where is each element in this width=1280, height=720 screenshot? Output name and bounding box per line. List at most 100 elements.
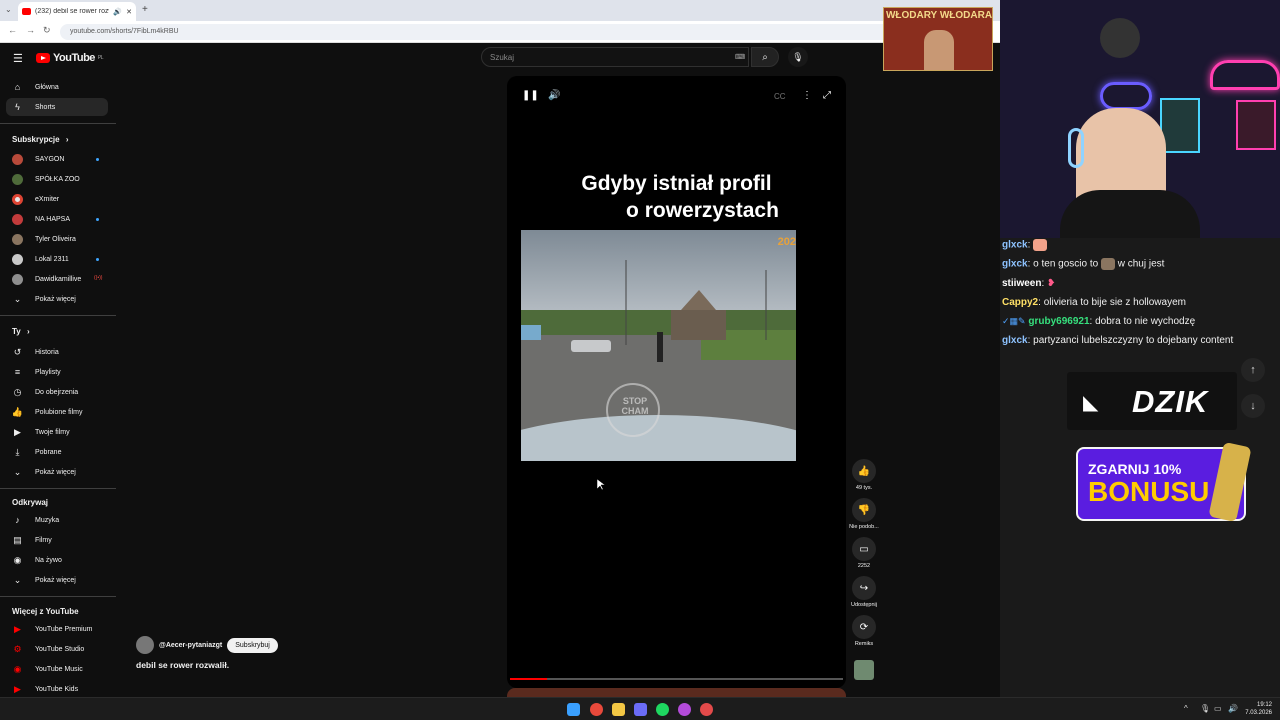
badge-icons: ✓▦✎	[1002, 316, 1026, 326]
back-icon[interactable]: ←	[8, 25, 17, 35]
more-options-icon[interactable]: ⋮	[802, 90, 812, 101]
stream-chat: glxck: glxck: o ten goscio to w chuj jes…	[1000, 238, 1280, 353]
reload-icon[interactable]: ↻	[43, 25, 51, 36]
keyboard-icon[interactable]: ⌨	[735, 53, 745, 61]
start-icon[interactable]	[567, 703, 580, 716]
search-input[interactable]: Szukaj	[481, 47, 749, 67]
captions-icon[interactable]: CC	[774, 92, 786, 101]
sidebar-item-liked[interactable]: 👍 Polubione filmy	[6, 403, 108, 421]
channel-avatar	[12, 213, 23, 225]
short-title: debil se rower rozwalił.	[136, 660, 230, 670]
system-clock[interactable]: 19:12 7.03.2026	[1245, 701, 1272, 717]
mouse-cursor-icon	[597, 479, 605, 491]
show-more-you[interactable]: ⌄ Pokaż więcej	[6, 463, 108, 481]
channel-avatar	[12, 233, 23, 245]
sidebar-item-subscription[interactable]: eXmiter	[6, 190, 108, 208]
channel-name[interactable]: @Aecer-pytaniazgt	[159, 642, 222, 649]
dislike-button[interactable]: 👎 Nie podob...	[846, 498, 882, 530]
sidebar-item-shorts[interactable]: ϟ Shorts	[6, 98, 108, 116]
sidebar-item-youtube-studio[interactable]: ⚙ YouTube Studio	[6, 640, 108, 658]
sidebar-item-label: Muzyka	[35, 516, 60, 524]
progress-track[interactable]	[510, 678, 843, 680]
divider	[0, 488, 116, 489]
live-icon: ◉	[13, 554, 22, 565]
sidebar-item-label: Shorts	[35, 103, 56, 111]
tab-search-icon[interactable]: ⌄	[5, 5, 12, 14]
sidebar-item-label: YouTube Studio	[35, 645, 85, 653]
sidebar-item-label: Twoje filmy	[35, 428, 70, 436]
pause-icon[interactable]: ❚❚	[522, 90, 539, 101]
sidebar-item-label: SPÓŁKA ZOO	[35, 175, 80, 183]
like-count: 49 tys.	[855, 485, 873, 491]
sidebar-item-downloads[interactable]: ⤓ Pobrane	[6, 443, 108, 461]
volume-icon[interactable]: 🔊	[548, 90, 560, 101]
boar-icon: ◣	[1083, 392, 1099, 414]
sound-thumbnail[interactable]	[854, 660, 874, 680]
youtube-music-icon: ◉	[13, 663, 22, 674]
show-more-subscriptions[interactable]: ⌄ Pokaż więcej	[6, 290, 108, 308]
mic-tray-icon[interactable]: 🎙	[1200, 704, 1210, 713]
explore-heading: Odkrywaj	[12, 498, 49, 507]
sidebar-item-subscription[interactable]: NA HAPSA	[6, 210, 108, 228]
show-more-explore[interactable]: ⌄ Pokaż więcej	[6, 571, 108, 589]
headline-line-2: o rowerzystach	[626, 199, 779, 222]
banner-figure	[924, 30, 954, 70]
sidebar-item-subscription[interactable]: Dawidkamillive	[6, 270, 108, 288]
spotify-icon[interactable]	[656, 703, 669, 716]
tab-close-icon[interactable]: ✕	[126, 8, 132, 16]
sidebar-item-your-videos[interactable]: ▶ Twoje filmy	[6, 423, 108, 441]
sidebar-item-home[interactable]: ⌂ Główna	[6, 78, 108, 96]
comment-count: 2252	[857, 563, 871, 569]
new-tab-button[interactable]: +	[142, 4, 148, 15]
sidebar-item-subscription[interactable]: SAYGON	[6, 150, 108, 168]
sidebar-item-watch-later[interactable]: ◷ Do obejrzenia	[6, 383, 108, 401]
channel-avatar[interactable]	[136, 636, 154, 654]
sidebar-item-subscription[interactable]: Tyler Oliveira	[6, 230, 108, 248]
share-button[interactable]: ↪ Udostępnij	[846, 576, 882, 608]
sidebar-item-live[interactable]: ◉ Na żywo	[6, 551, 108, 569]
subscriptions-heading[interactable]: Subskrypcje ›	[12, 135, 68, 144]
browser-tab[interactable]: (232) debil se rower rozwali 🔊 ✕	[18, 2, 136, 21]
sidebar-item-youtube-premium[interactable]: ▶ YouTube Premium	[6, 620, 108, 638]
headline-line-1: Gdyby istniał profil	[581, 172, 772, 195]
browser-icon[interactable]	[678, 703, 691, 716]
comments-button[interactable]: ▭ 2252	[846, 537, 882, 569]
short-video-player[interactable]: ❚❚ 🔊 CC ⋮ ⤢ Gdyby istniał profil o rower…	[507, 76, 846, 688]
you-heading[interactable]: Ty ›	[12, 327, 30, 336]
sidebar-item-films[interactable]: ▤ Filmy	[6, 531, 108, 549]
sidebar-item-subscription[interactable]: Lokal 2311	[6, 250, 108, 268]
sidebar-item-subscription[interactable]: SPÓŁKA ZOO	[6, 170, 108, 188]
chrome-icon[interactable]	[590, 703, 603, 716]
address-bar[interactable]: youtube.com/shorts/7FibLm4kRBU	[60, 24, 890, 40]
network-icon[interactable]: ▭	[1214, 704, 1222, 713]
voice-search-button[interactable]: 🎙	[788, 47, 808, 67]
next-short-button[interactable]: ↓	[1241, 394, 1265, 418]
subscribe-button[interactable]: Subskrybuj	[227, 637, 278, 653]
forward-icon[interactable]: →	[26, 25, 35, 35]
subscriptions-heading-label: Subskrypcje	[12, 135, 60, 144]
search-button[interactable]: ⌕	[751, 47, 779, 67]
youtube-favicon-icon	[22, 8, 31, 15]
sidebar-item-music[interactable]: ♪ Muzyka	[6, 511, 108, 529]
chevron-down-icon: ⌄	[13, 293, 22, 304]
arrow-down-icon: ↓	[1250, 400, 1256, 412]
remix-button[interactable]: ⟳ Remiks	[846, 615, 882, 647]
next-short-preview[interactable]	[507, 688, 846, 697]
sidebar-item-label: YouTube Premium	[35, 625, 93, 633]
discord-icon[interactable]	[634, 703, 647, 716]
tray-expand-icon[interactable]: ^	[1184, 704, 1188, 713]
previous-short-button[interactable]: ↑	[1241, 358, 1265, 382]
app-icon[interactable]	[700, 703, 713, 716]
sidebar-item-history[interactable]: ↺ Historia	[6, 343, 108, 361]
volume-tray-icon[interactable]: 🔊	[1228, 704, 1238, 713]
sidebar-item-playlists[interactable]: ≡ Playlisty	[6, 363, 108, 381]
fullscreen-icon[interactable]: ⤢	[823, 90, 831, 101]
road-scene	[521, 230, 796, 461]
like-button[interactable]: 👍 49 tys.	[846, 459, 882, 491]
chat-message: stiiween: ❥	[1002, 278, 1056, 289]
sidebar-item-label: Polubione filmy	[35, 408, 83, 416]
file-explorer-icon[interactable]	[612, 703, 625, 716]
divider	[0, 123, 116, 124]
sidebar-item-youtube-kids[interactable]: ▶ YouTube Kids	[6, 680, 108, 698]
sidebar-item-youtube-music[interactable]: ◉ YouTube Music	[6, 660, 108, 678]
